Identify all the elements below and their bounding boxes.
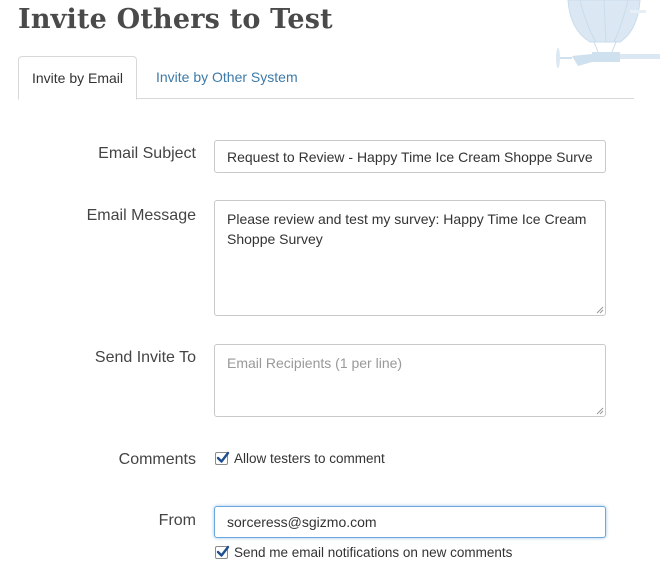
tab-invite-by-email[interactable]: Invite by Email xyxy=(18,56,137,100)
checkmark-icon xyxy=(216,451,230,463)
invite-tabs: Invite by Email Invite by Other System xyxy=(18,56,634,100)
page-title: Invite Others to Test xyxy=(18,4,333,35)
email-subject-label: Email Subject xyxy=(98,145,196,162)
email-notifications-option[interactable]: Send me email notifications on new comme… xyxy=(215,545,512,560)
from-label: From xyxy=(158,512,196,529)
email-subject-input[interactable] xyxy=(214,140,606,173)
email-notifications-label: Send me email notifications on new comme… xyxy=(234,545,513,560)
email-notifications-checkbox[interactable] xyxy=(215,545,230,559)
comments-label: Comments xyxy=(118,451,196,468)
email-recipients-textarea[interactable] xyxy=(214,344,606,417)
allow-comments-option[interactable]: Allow testers to comment xyxy=(215,451,385,466)
allow-comments-label: Allow testers to comment xyxy=(234,451,385,466)
send-invite-to-label: Send Invite To xyxy=(94,349,196,366)
resize-grip-icon[interactable] xyxy=(596,306,604,314)
resize-grip-icon[interactable] xyxy=(596,407,604,415)
email-message-textarea[interactable]: Please review and test my survey: Happy … xyxy=(214,200,606,316)
email-message-label: Email Message xyxy=(86,207,196,224)
tab-invite-by-other-system[interactable]: Invite by Other System xyxy=(156,56,298,99)
checkmark-icon xyxy=(216,545,230,557)
from-email-input[interactable] xyxy=(214,506,606,538)
allow-comments-checkbox[interactable] xyxy=(215,451,230,465)
